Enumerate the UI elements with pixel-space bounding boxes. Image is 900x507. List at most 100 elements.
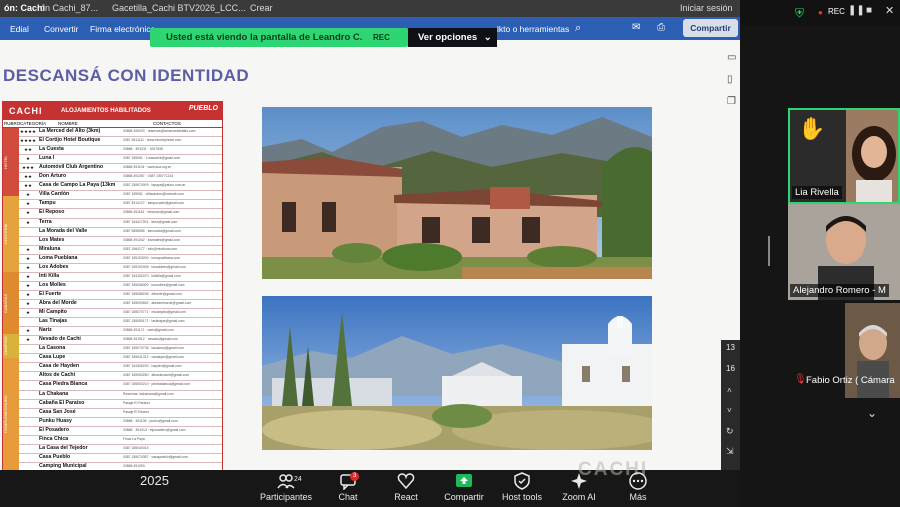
row-contact: Pasaje El Paraíso <box>123 400 150 405</box>
search-icon[interactable]: ⌕ <box>575 22 581 35</box>
participants-label: Participantes <box>260 492 313 502</box>
chevron-down-icon: ⌄ <box>483 32 492 43</box>
participant-tile[interactable]: Alejandro Romero - M <box>788 204 900 300</box>
banner-rec-label: REC <box>373 33 390 42</box>
shield-check-icon[interactable]: ⛨ <box>795 6 804 21</box>
row-contact: 0387 155193200 · lomapueblana.com <box>123 255 181 260</box>
table-row: La Morada del Valle 0387 5555555 · lamora… <box>19 228 222 237</box>
row-contact: 0387 155090552 · abradelmorde@gmail.com <box>123 301 192 305</box>
row-contact: 0387 154417001 · terra@gmail.com <box>123 219 178 224</box>
row-name: Mi Campito <box>39 309 67 316</box>
row-name: Villa Cardón <box>39 191 70 198</box>
browser-tab-bar: ón: Cachi ón Cachi_87... Gacetilla_Cachi… <box>0 0 740 17</box>
pages-icon[interactable]: ❐ <box>727 96 736 107</box>
participant-tile[interactable]: ✋ Lia Rivella <box>788 108 900 204</box>
row-name: Los Adobes <box>39 263 69 270</box>
new-tab-label[interactable]: Crear <box>250 3 273 13</box>
row-name: Los Molles <box>39 281 66 288</box>
row-contact: 03868 · 491013 · elposadero@gmail.com <box>123 427 186 432</box>
row-stars: ★ <box>25 201 31 207</box>
church-photo <box>262 296 652 450</box>
page-number: 13 <box>726 343 735 352</box>
row-name: Nariz <box>39 327 52 334</box>
banner-text: Usted está viendo la pantalla de Leandro… <box>166 32 363 43</box>
comment-icon[interactable]: ▭ <box>727 52 736 63</box>
row-contact: 0387 154306230 · hayden@gmail.com <box>123 364 182 369</box>
participants-icon <box>260 472 312 490</box>
row-stars: ★★ <box>23 183 33 189</box>
document-share-button[interactable]: Compartir <box>683 19 738 37</box>
row-contact: Finca La Paya <box>123 436 145 441</box>
close-icon[interactable]: ✕ <box>885 4 894 17</box>
accommodations-table: CACHI ALOJAMIENTOS HABILITADOS PUEBLO RU… <box>2 101 223 470</box>
stop-icon[interactable]: ■ <box>866 5 872 16</box>
host-tools-button[interactable]: Host tools <box>498 472 546 502</box>
chevron-down-icon[interactable]: ⌄ <box>867 406 877 420</box>
table-row: La Chakana Reservas: lachakana@gmail.com <box>19 391 222 400</box>
zoom-ai-button[interactable]: Zoom AI <box>558 472 600 502</box>
bookmark-icon[interactable]: ▯ <box>727 74 733 85</box>
row-contact: 0387 155192008 · losadobes@gmail.com <box>123 264 186 269</box>
table-row: Camping Municipal 03868 491053 <box>19 463 222 470</box>
row-contact: 0387 1564177 · info@miraluna.com <box>123 246 177 251</box>
fit-page-icon[interactable]: ⇲ <box>726 446 734 457</box>
print-icon[interactable]: ⎙ <box>657 22 665 33</box>
table-row: ★★ La Cuesta 03868 · 491031 · 4917655 <box>19 146 222 156</box>
chevron-up-icon[interactable]: ˄ <box>727 386 732 395</box>
table-row: ★★★★ La Merced del Alto (3km) 03868 490020… <box>19 128 222 138</box>
share-screen-icon <box>440 472 488 490</box>
row-stars: ★ <box>25 291 31 297</box>
meeting-top-bar: ⛨ ● REC ❚❚ ■ ✕ <box>740 0 900 26</box>
menu-item[interactable]: Convertir <box>44 24 78 34</box>
window-title: ón: Cachi <box>4 3 46 13</box>
row-contact: 03868 491087 · 0387 155771234 <box>123 174 174 179</box>
hotel-photo <box>262 107 652 279</box>
table-row: ★ Mi Campito 0387 155070771 · micampito@gm… <box>19 309 222 319</box>
sign-in-link[interactable]: Iniciar sesión <box>680 3 733 13</box>
table-row: Los Mates 03868 491042 · losmates@gmail.c… <box>19 237 222 246</box>
share-screen-label: Compartir <box>444 492 484 502</box>
participants-button[interactable]: 24 Participantes <box>260 472 312 502</box>
refresh-icon[interactable]: ↻ <box>726 426 734 437</box>
browser-tab[interactable]: ón Cachi_87... <box>40 3 98 13</box>
row-name: Casa Lupe <box>39 354 66 361</box>
row-stars: ★★★ <box>21 165 35 171</box>
table-row: ★ Inti Killa 0387 154152470 · intikilla@gm… <box>19 273 222 282</box>
more-button[interactable]: Más <box>624 472 652 502</box>
table-subtitle: ALOJAMIENTOS HABILITADOS <box>61 108 151 114</box>
row-name: Las Tinajas <box>39 318 68 325</box>
row-name: Miraluna <box>39 245 61 252</box>
mail-icon[interactable]: ✉ <box>632 22 640 33</box>
browser-tab[interactable]: Gacetilla_Cachi BTV2026_LCC... <box>112 3 246 13</box>
panel-resize-handle[interactable] <box>768 236 770 266</box>
menu-item[interactable]: lkto o herramientas <box>497 24 569 34</box>
menu-item[interactable]: Firma electrónica <box>90 24 155 34</box>
row-stars: ★★ <box>23 174 33 180</box>
row-name: Tampu <box>39 200 56 207</box>
row-name: Altos de Cachi <box>39 372 76 379</box>
row-stars: ★ <box>25 282 31 288</box>
chevron-down-icon[interactable]: ˅ <box>727 406 732 415</box>
table-row: ★ Nariz 03868 491171 · nariz@gmail.com <box>19 327 222 337</box>
section-label: HOSTERÍA <box>3 196 19 272</box>
table-row: Cabaña El Paraíso Pasaje El Paraíso <box>19 400 222 409</box>
table-row: ★ Terra 0387 154417001 · terra@gmail.com <box>19 219 222 228</box>
react-button[interactable]: React <box>390 472 422 502</box>
table-row: Punku Huasy 03868 · 491106 · punku@gmail.… <box>19 418 222 427</box>
pause-icon[interactable]: ❚❚ <box>848 5 865 16</box>
row-name: Don Arturo <box>39 173 67 180</box>
row-name: El Fuerte <box>39 290 62 297</box>
row-contact: Reservas: lachakana@gmail.com <box>123 391 174 396</box>
row-contact: 0387-4611111 · www.elcortijohotel.com <box>123 138 182 143</box>
chat-button[interactable]: 3 Chat <box>332 472 364 502</box>
view-options-button[interactable]: Ver opciones ⌄ <box>408 28 497 47</box>
row-contact: 03868 491104 · www.aca.org.ar <box>123 165 171 170</box>
row-name: La Morada del Valle <box>39 227 88 234</box>
menu-item[interactable]: Edial <box>10 24 29 34</box>
row-contact: 0387 155070387 · casapueblo@gmail.com <box>123 454 188 459</box>
table-row: Casa Lupe 0387 155041312 · casalupe@gmail… <box>19 354 222 364</box>
row-stars: ★ <box>25 192 31 198</box>
react-label: React <box>394 492 418 502</box>
sparkle-icon <box>558 472 600 490</box>
share-screen-button[interactable]: Compartir <box>440 472 488 502</box>
